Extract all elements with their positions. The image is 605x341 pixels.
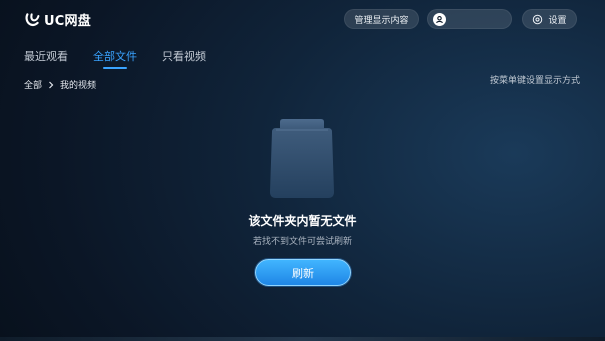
manage-display-label: 管理显示内容	[354, 15, 409, 26]
breadcrumb-current: 我的视频	[60, 81, 97, 91]
menu-hint-text: 按菜单键设置显示方式	[489, 76, 580, 86]
bottom-divider	[0, 337, 605, 341]
breadcrumb-root[interactable]: 全部	[24, 78, 42, 91]
empty-folder-icon	[270, 119, 334, 198]
settings-label: 设置	[548, 15, 567, 26]
user-account-button[interactable]	[427, 9, 512, 29]
empty-state-title: 该文件夹内暂无文件	[248, 214, 357, 228]
avatar-icon	[433, 12, 446, 26]
chevron-right-icon	[49, 81, 54, 88]
app-screen: UC网盘 管理显示内容 设置 最近观看 全部文件 只看视频 全部 我的视频 按菜…	[0, 0, 605, 341]
app-logo: UC网盘	[24, 10, 91, 29]
gear-icon	[533, 14, 543, 24]
tab-all-files[interactable]: 全部文件	[93, 48, 137, 69]
settings-button[interactable]: 设置	[522, 9, 577, 29]
uc-logo-icon	[25, 13, 40, 27]
tab-videos-only[interactable]: 只看视频	[162, 48, 206, 64]
empty-state-subtitle: 若找不到文件可尝试刷新	[252, 237, 352, 247]
manage-display-button[interactable]: 管理显示内容	[344, 9, 419, 29]
tab-recent[interactable]: 最近观看	[24, 48, 68, 64]
breadcrumb: 全部 我的视频	[24, 78, 96, 91]
refresh-button[interactable]: 刷新	[255, 259, 351, 286]
refresh-button-label: 刷新	[292, 266, 314, 280]
app-logo-text: UC网盘	[44, 14, 91, 29]
tab-bar: 最近观看 全部文件 只看视频	[24, 48, 231, 69]
